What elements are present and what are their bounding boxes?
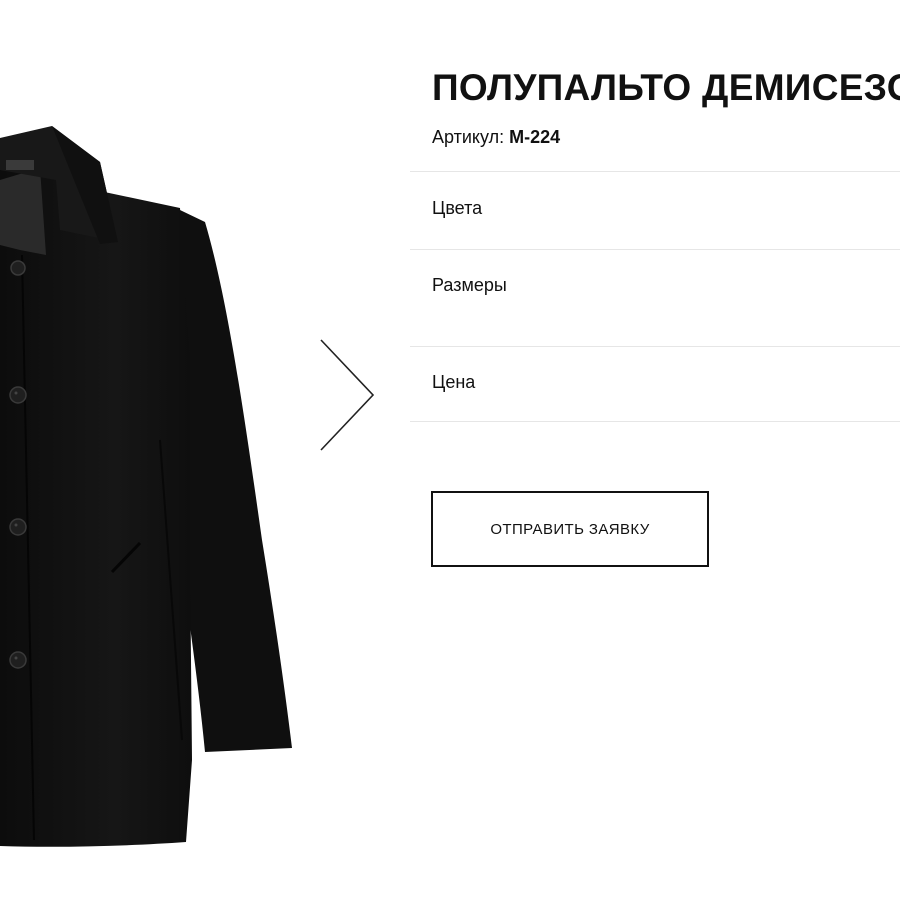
sku-line: Артикул: М-224 xyxy=(432,125,560,149)
divider xyxy=(410,421,900,422)
sku-value: М-224 xyxy=(509,127,561,147)
send-request-button[interactable]: ОТПРАВИТЬ ЗАЯВКУ xyxy=(431,491,709,567)
product-title: ПОЛУПАЛЬТО ДЕМИСЕЗОННОЕ xyxy=(432,67,900,108)
price-label: Цена xyxy=(432,372,476,392)
colors-label: Цвета xyxy=(432,198,483,218)
coat-product-image xyxy=(0,126,292,847)
sizes-label: Размеры xyxy=(432,275,507,295)
product-gallery xyxy=(0,0,390,900)
divider xyxy=(410,249,900,250)
sku-label: Артикул: xyxy=(432,127,510,147)
divider xyxy=(410,171,900,172)
divider xyxy=(410,346,900,347)
chevron-right-icon[interactable] xyxy=(318,338,378,452)
product-title-container: ПОЛУПАЛЬТО ДЕМИСЕЗОННОЕ xyxy=(432,62,900,114)
product-page: ПОЛУПАЛЬТО ДЕМИСЕЗОННОЕ Артикул: М-224 Ц… xyxy=(0,0,900,900)
